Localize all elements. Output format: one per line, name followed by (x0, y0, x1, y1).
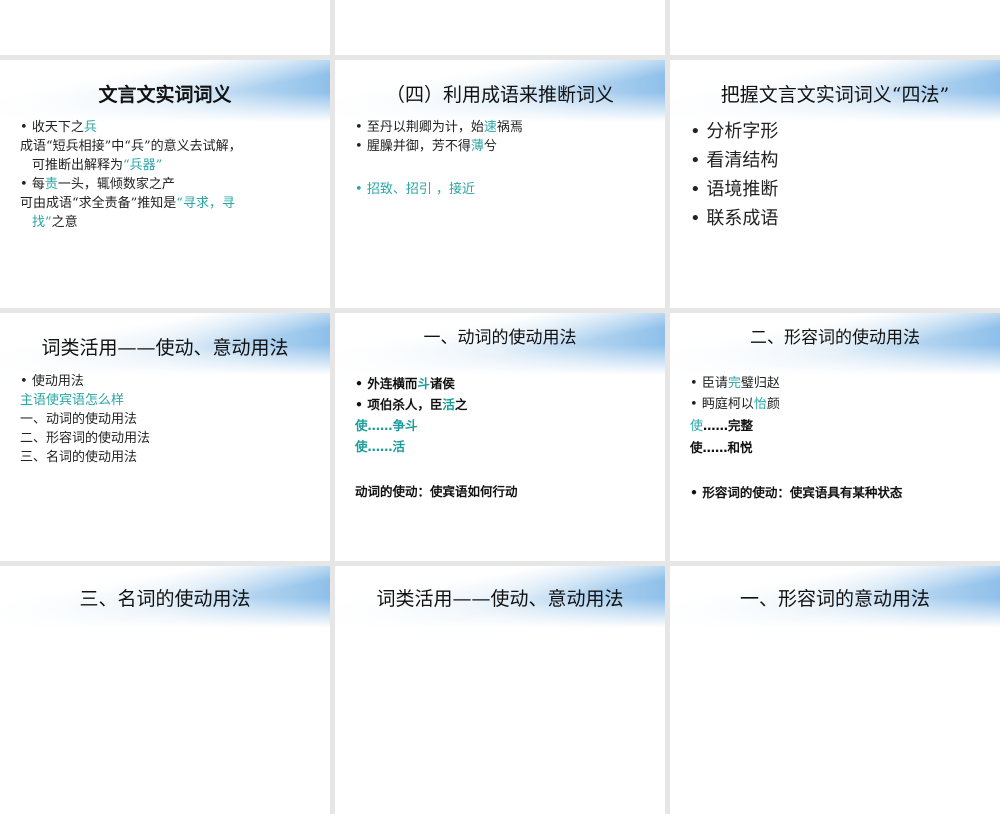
highlight: 怡 (753, 397, 767, 412)
highlight: 找” (32, 215, 52, 230)
list-item: 看清结构 (690, 146, 990, 175)
slide-thumbnail-9[interactable]: 一、形容词的意动用法 (670, 566, 1000, 814)
list-item: 三、名词的使动用法 (20, 450, 138, 465)
slide-title: （四）利用成语来推断词义 (385, 84, 614, 106)
list-item: 一、动词的使动用法 (20, 412, 138, 427)
text: 眄庭柯以 (701, 397, 754, 412)
highlight: 斗 (417, 376, 430, 391)
text: 使……活 (355, 439, 406, 454)
slide-thumbnail-8[interactable]: 词类活用——使动、意动用法 (335, 566, 665, 814)
slide-thumbnail-2[interactable]: （四）利用成语来推断词义 至丹以荆卿为计，始速祸焉 腥臊并御，芳不得薄兮 招致、… (335, 60, 665, 308)
slide-thumbnail-1[interactable]: 文言文实词词义 收天下之兵 成语“短兵相接”中“兵”的意义去试解， 可推断出解释… (0, 60, 330, 308)
slide-title: 二、形容词的使动用法 (750, 328, 920, 348)
text: 使 (690, 419, 704, 434)
list-item: 二、形容词的使动用法 (20, 431, 151, 446)
text: 收天下之 (31, 120, 84, 135)
text: 可由成语“求全责备”推知是 (20, 196, 177, 211)
answer-text: 招致、招引 ，接近 (355, 180, 655, 199)
text: 兮 (483, 139, 497, 154)
slide-thumbnail-3[interactable]: 把握文言文实词词义“四法” 分析字形 看清结构 语境推断 联系成语 (670, 60, 1000, 308)
highlight: “寻求，寻 (176, 196, 235, 211)
text: 每 (31, 177, 45, 192)
highlight: 薄 (470, 139, 484, 154)
slide-body: 分析字形 看清结构 语境推断 联系成语 (690, 117, 990, 233)
highlight: 活 (442, 397, 455, 412)
text: 使……和悦 (690, 440, 753, 455)
text: 颜 (766, 397, 780, 412)
list-item: 语境推断 (690, 175, 990, 204)
slide-title: 词类活用——使动、意动用法 (41, 337, 289, 359)
text: 成语“短兵相接”中“兵”的意义去试解， (20, 139, 242, 154)
list-item: 联系成语 (690, 204, 990, 233)
highlight: “兵器” (123, 158, 163, 173)
slide-title: 一、形容词的意动用法 (739, 588, 930, 610)
summary-text: 动词的使动：使宾语如何行动 (355, 484, 518, 499)
text: 之 (454, 397, 468, 412)
summary-text: 形容词的使动：使宾语具有某种状态 (690, 482, 990, 503)
slide-body: 至丹以荆卿为计，始速祸焉 腥臊并御，芳不得薄兮 招致、招引 ，接近 (355, 118, 655, 199)
text: 项伯杀人，臣 (367, 397, 443, 412)
text: ……完整 (703, 418, 754, 433)
text: 腥臊并御，芳不得 (366, 139, 471, 154)
text: 臣请 (701, 376, 728, 391)
highlight: 完 (727, 376, 741, 391)
highlight: 责 (44, 177, 58, 192)
slide-title: 把握文言文实词词义“四法” (720, 84, 950, 106)
slide-thumbnail[interactable] (670, 0, 1000, 55)
text: 诸侯 (429, 376, 455, 391)
slide-thumbnail-7[interactable]: 三、名词的使动用法 (0, 566, 330, 814)
slide-title: 词类活用——使动、意动用法 (376, 588, 624, 610)
slide-thumbnail-5[interactable]: 一、动词的使动用法 外连横而斗诸侯 项伯杀人，臣活之 使……争斗 使……活 动词… (335, 313, 665, 561)
highlight: 速 (483, 120, 497, 135)
slide-body: 使动用法 主语使宾语怎么样 一、动词的使动用法 二、形容词的使动用法 三、名词的… (20, 372, 320, 467)
slide-body: 臣请完璧归赵 眄庭柯以怡颜 使……完整 使……和悦 形容词的使动：使宾语具有某种… (690, 373, 990, 503)
slide-body: 外连横而斗诸侯 项伯杀人，臣活之 使……争斗 使……活 动词的使动：使宾语如何行… (355, 373, 655, 502)
slide-body: 收天下之兵 成语“短兵相接”中“兵”的意义去试解， 可推断出解释为“兵器” 每责… (20, 118, 320, 232)
slide-thumbnail[interactable] (335, 0, 665, 55)
text: 璧归赵 (740, 376, 780, 391)
slide-thumbnail-4[interactable]: 词类活用——使动、意动用法 使动用法 主语使宾语怎么样 一、动词的使动用法 二、… (0, 313, 330, 561)
text: 之意 (51, 215, 78, 230)
list-item: 分析字形 (690, 117, 990, 146)
text: 一头，辄倾数家之产 (57, 177, 175, 192)
text: 使……争斗 (355, 418, 418, 433)
slide-thumbnail-6[interactable]: 二、形容词的使动用法 臣请完璧归赵 眄庭柯以怡颜 使……完整 使……和悦 形容词… (670, 313, 1000, 561)
list-item: 主语使宾语怎么样 (20, 393, 125, 408)
slide-title: 三、名词的使动用法 (79, 588, 251, 610)
slide-title: 一、动词的使动用法 (423, 328, 577, 348)
slide-thumbnail[interactable] (0, 0, 330, 55)
text: 祸焉 (496, 120, 523, 135)
text: 可推断出解释为 (32, 158, 124, 173)
text: 至丹以荆卿为计，始 (366, 120, 484, 135)
slide-title: 文言文实词词义 (98, 84, 232, 106)
highlight: 兵 (83, 120, 97, 135)
list-item: 使动用法 (20, 372, 320, 391)
text: 外连横而 (367, 376, 418, 391)
